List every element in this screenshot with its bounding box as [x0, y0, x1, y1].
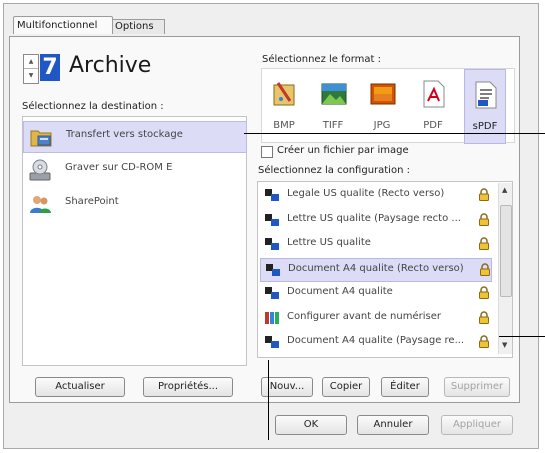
list-item-label: Document A4 qualite (Paysage re... [287, 335, 465, 346]
spinner-down-icon[interactable]: ▼ [24, 68, 38, 82]
list-item[interactable]: Document A4 qualite [260, 282, 490, 304]
lock-icon [479, 335, 489, 348]
copy-config-button[interactable]: Copier [322, 377, 370, 397]
list-item-label: Document A4 qualite (Recto verso) [288, 262, 464, 274]
ok-button[interactable]: OK [275, 415, 347, 435]
list-item-label: Lettre US qualite (Paysage recto ... [287, 212, 461, 224]
pdf-document-icon [423, 80, 445, 108]
scan-config-icon [265, 238, 279, 250]
format-caption: PDF [423, 120, 443, 131]
list-item[interactable]: SharePoint [23, 189, 245, 219]
configuration-scrollbar[interactable]: ▲ ▼ [498, 183, 512, 354]
lock-icon [479, 237, 489, 250]
format-strip: BMP TIFF JPG PDF sPDF [261, 68, 515, 144]
format-bmp[interactable]: BMP [264, 69, 304, 142]
checkbox-label: Créer un fichier par image [277, 145, 409, 156]
scrollbar-thumb[interactable] [500, 205, 512, 297]
tab-options[interactable]: Options [111, 19, 165, 34]
scroll-down-icon[interactable]: ▼ [502, 341, 507, 349]
list-item-label: Graver sur CD-ROM E [65, 162, 173, 173]
edit-config-button[interactable]: Éditer [381, 377, 429, 397]
lock-icon [479, 286, 489, 299]
list-item[interactable]: Document A4 qualite (Paysage re... [260, 331, 490, 353]
bmp-paint-icon [273, 82, 295, 106]
configure-before-scan-icon [265, 311, 279, 324]
format-caption: TIFF [322, 120, 344, 131]
lock-icon [479, 212, 489, 226]
format-jpg[interactable]: JPG [362, 69, 402, 142]
format-caption: BMP [273, 120, 295, 131]
format-label: Sélectionnez le format : [262, 54, 382, 65]
one-file-per-image-checkbox[interactable] [261, 146, 273, 158]
list-item[interactable]: Configurer avant de numériser [260, 307, 490, 329]
list-item[interactable]: Graver sur CD-ROM E [23, 155, 245, 185]
lock-icon [479, 188, 489, 201]
lock-icon [479, 310, 489, 324]
format-caption: JPG [373, 120, 391, 131]
number-spinner[interactable]: ▲ ▼ [23, 54, 39, 84]
sharepoint-people-icon [30, 196, 51, 213]
list-item[interactable]: Lettre US qualite (Paysage recto ... [260, 209, 490, 231]
configuration-list[interactable]: Legale US qualite (Recto verso) Lettre US… [257, 181, 513, 358]
list-item-label: Lettre US qualite [287, 237, 371, 248]
refresh-button[interactable]: Actualiser [35, 377, 125, 397]
cd-drive-icon [29, 159, 51, 181]
tiff-image-icon [321, 83, 347, 105]
cancel-button[interactable]: Annuler [357, 415, 429, 435]
list-item-label: Configurer avant de numériser [287, 310, 441, 322]
scan-config-icon [265, 287, 279, 299]
properties-button[interactable]: Propriétés... [143, 377, 233, 397]
list-item-label: Document A4 qualite [287, 286, 393, 297]
scan-config-icon [265, 189, 279, 201]
page-title: Archive [69, 53, 152, 78]
list-item-label: Legale US qualite (Recto verso) [287, 188, 445, 199]
list-item[interactable]: Lettre US qualite [260, 233, 490, 255]
scan-config-icon [266, 263, 280, 276]
format-tiff[interactable]: TIFF [313, 69, 353, 142]
list-item[interactable]: Transfert vers stockage [23, 121, 247, 153]
callout-line-destination [244, 133, 545, 134]
scan-config-icon [265, 336, 279, 348]
callout-line-configuration [499, 336, 545, 337]
scan-config-icon [265, 213, 279, 226]
callout-line-new-button [268, 360, 269, 440]
apply-button[interactable]: Appliquer [441, 415, 513, 435]
format-pdf[interactable]: PDF [413, 69, 453, 142]
spinner-up-icon[interactable]: ▲ [24, 55, 38, 68]
list-item-label: Transfert vers stockage [66, 129, 183, 140]
configuration-label: Sélectionnez la configuration : [258, 165, 410, 176]
spdf-document-icon [475, 81, 497, 109]
destination-list[interactable]: Transfert vers stockage Graver sur CD-RO… [22, 116, 247, 366]
tab-multifonctionnel[interactable]: Multifonctionnel [13, 16, 113, 34]
format-caption: sPDF [472, 121, 498, 132]
folder-storage-icon [30, 130, 52, 147]
button-number-icon: 7 [40, 54, 60, 81]
destination-label: Sélectionnez la destination : [22, 101, 164, 112]
jpg-image-icon [370, 83, 396, 105]
lock-icon [480, 262, 490, 276]
list-item[interactable]: Legale US qualite (Recto verso) [260, 184, 490, 206]
list-item-label: SharePoint [65, 196, 119, 207]
list-item[interactable]: Document A4 qualite (Recto verso) [260, 257, 492, 282]
delete-config-button[interactable]: Supprimer [444, 377, 510, 397]
scroll-up-icon[interactable]: ▲ [502, 186, 507, 194]
